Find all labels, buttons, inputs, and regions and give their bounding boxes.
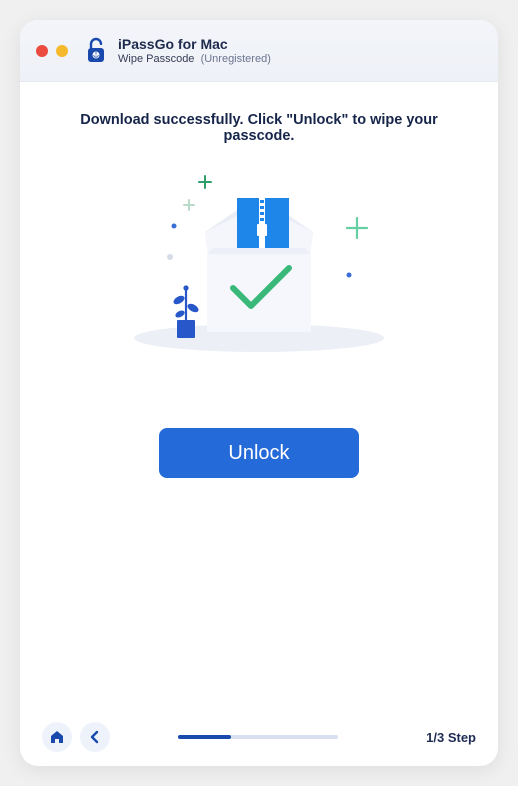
close-window-icon[interactable]	[36, 45, 48, 57]
app-window: iPassGo for Mac Wipe Passcode (Unregiste…	[20, 20, 498, 766]
footer: 1/3 Step	[20, 708, 498, 766]
minimize-window-icon[interactable]	[56, 45, 68, 57]
window-controls	[36, 45, 68, 57]
titlebar: iPassGo for Mac Wipe Passcode (Unregiste…	[20, 20, 498, 82]
subtitle-mode: Wipe Passcode	[118, 53, 194, 65]
home-icon	[49, 729, 65, 745]
title-block: iPassGo for Mac Wipe Passcode (Unregiste…	[118, 36, 271, 65]
back-button[interactable]	[80, 722, 110, 752]
lock-icon	[82, 37, 110, 65]
chevron-left-icon	[88, 730, 102, 744]
progress-bar	[110, 735, 406, 739]
main-content: Download successfully. Click "Unlock" to…	[20, 82, 498, 708]
progress-fill	[178, 735, 231, 739]
nav-buttons	[42, 722, 110, 752]
unlock-button[interactable]: Unlock	[159, 428, 359, 478]
app-subtitle: Wipe Passcode (Unregistered)	[118, 53, 271, 65]
subtitle-registration: (Unregistered)	[201, 53, 271, 65]
status-message: Download successfully. Click "Unlock" to…	[44, 112, 474, 144]
step-label: 1/3 Step	[406, 730, 476, 745]
success-illustration	[99, 170, 419, 370]
app-title: iPassGo for Mac	[118, 36, 271, 52]
home-button[interactable]	[42, 722, 72, 752]
